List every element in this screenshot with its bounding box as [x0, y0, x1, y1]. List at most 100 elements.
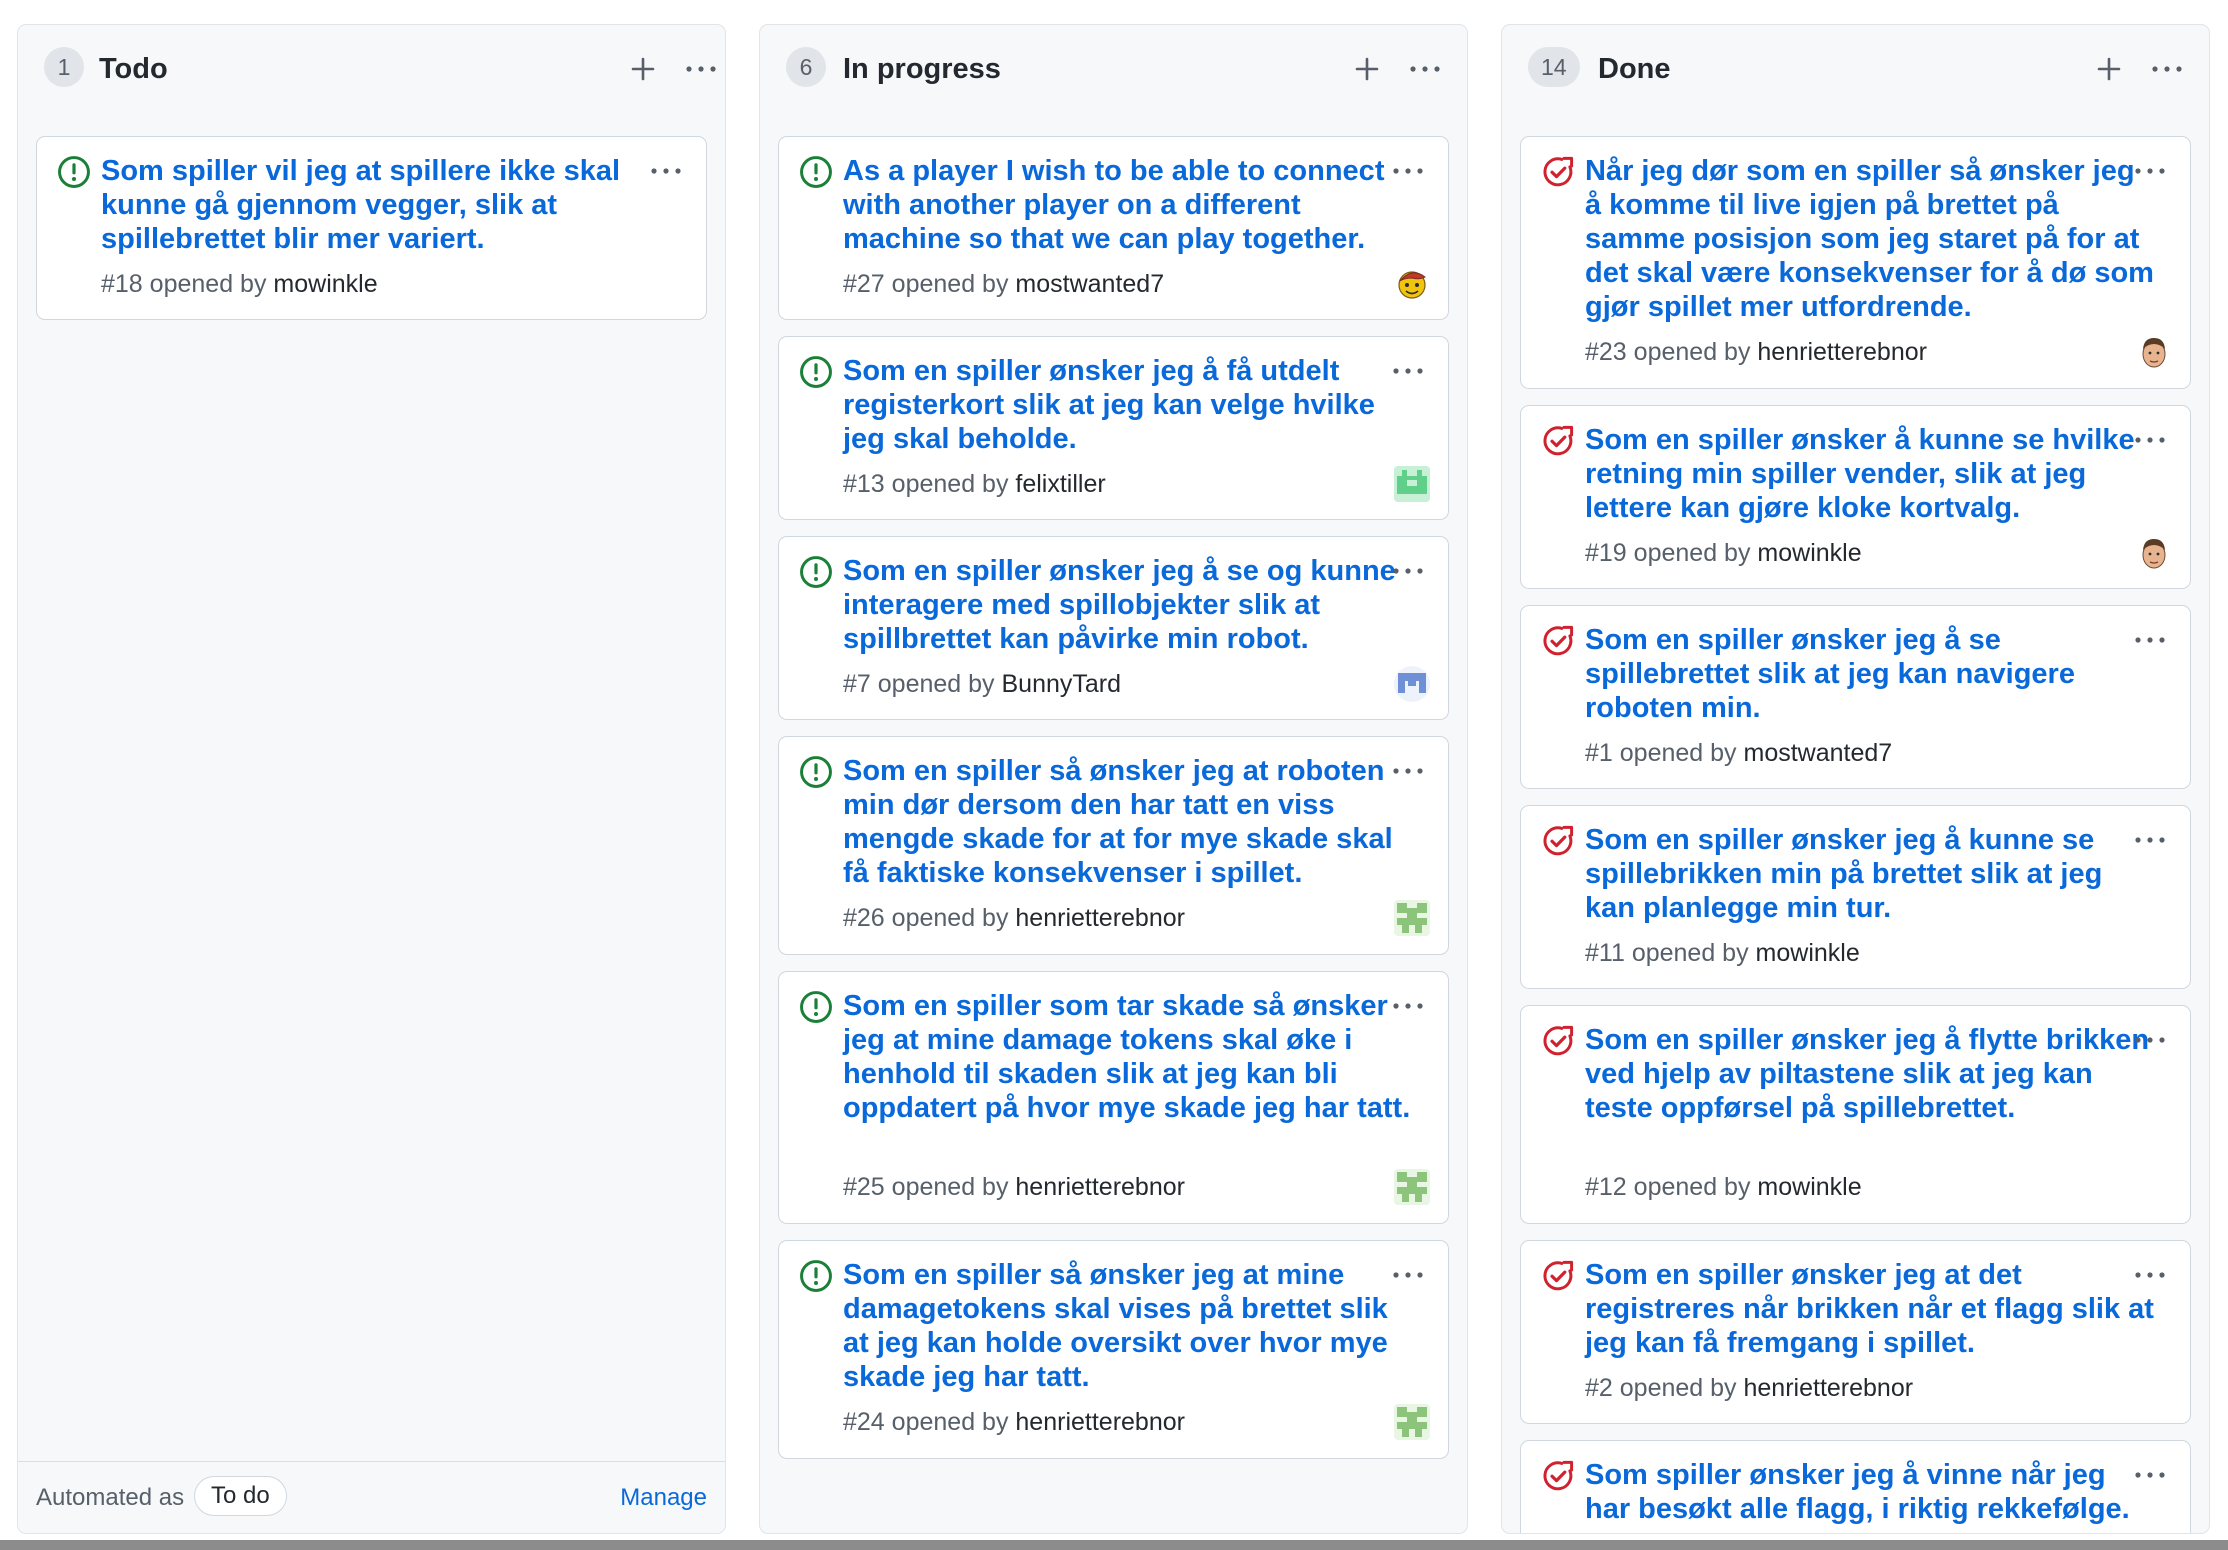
assignee-avatar[interactable]: [1394, 666, 1430, 702]
column-header: 6 In progress: [760, 25, 1467, 109]
horizontal-scrollbar[interactable]: [0, 1540, 2228, 1550]
issue-author-link[interactable]: mowinkle: [1757, 1173, 1861, 1201]
kebab-horizontal-icon[interactable]: [648, 161, 684, 181]
issue-closed-icon: [1541, 155, 1575, 189]
issue-meta: #25 opened by henrietterebnor: [843, 1172, 1185, 1202]
issue-title-link[interactable]: Som en spiller så ønsker jeg at mine dam…: [843, 1258, 1413, 1394]
kebab-horizontal-icon[interactable]: [1390, 161, 1426, 181]
issue-title-link[interactable]: Når jeg dør som en spiller så ønsker jeg…: [1585, 154, 2155, 324]
issue-author-link[interactable]: mowinkle: [1757, 539, 1861, 567]
issue-card[interactable]: Som en spiller ønsker jeg å se spillebre…: [1520, 605, 2191, 789]
issue-title-link[interactable]: Som en spiller ønsker jeg at det registr…: [1585, 1258, 2155, 1360]
issue-author-link[interactable]: henrietterebnor: [1757, 338, 1927, 366]
issue-title-link[interactable]: Som en spiller ønsker jeg å få utdelt re…: [843, 354, 1413, 456]
assignee-avatar[interactable]: [1394, 900, 1430, 936]
issue-title-link[interactable]: Som en spiller ønsker jeg å se og kunne …: [843, 554, 1413, 656]
issue-meta: #27 opened by mostwanted7: [843, 269, 1164, 299]
issue-card[interactable]: Som en spiller ønsker jeg å flytte brikk…: [1520, 1005, 2191, 1224]
kebab-horizontal-icon[interactable]: [2132, 161, 2168, 181]
issue-number: #26: [843, 904, 885, 932]
issue-author-link[interactable]: henrietterebnor: [1744, 1374, 1914, 1402]
issue-number: #24: [843, 1408, 885, 1436]
issue-title-link[interactable]: Som spiller vil jeg at spillere ikke ska…: [101, 154, 671, 256]
kebab-horizontal-icon[interactable]: [2132, 1030, 2168, 1050]
issue-card[interactable]: Som spiller ønsker jeg å vinne når jeg h…: [1520, 1440, 2191, 1533]
assignee-avatar[interactable]: [1394, 1169, 1430, 1205]
issue-author-link[interactable]: felixtiller: [1015, 470, 1105, 498]
issue-author-link[interactable]: henrietterebnor: [1015, 1173, 1185, 1201]
issue-title-link[interactable]: Som en spiller som tar skade så ønsker j…: [843, 989, 1413, 1125]
issue-card[interactable]: As a player I wish to be able to connect…: [778, 136, 1449, 320]
kebab-horizontal-icon[interactable]: [683, 55, 719, 83]
issue-closed-icon: [1541, 424, 1575, 458]
issue-author-link[interactable]: BunnyTard: [1002, 670, 1122, 698]
card-list: Når jeg dør som en spiller så ønsker jeg…: [1502, 109, 2209, 1533]
automated-as-label: Automated as: [36, 1484, 185, 1511]
issue-number: #13: [843, 470, 885, 498]
issue-author-link[interactable]: mostwanted7: [1015, 270, 1164, 298]
assignee-avatar[interactable]: [2136, 334, 2172, 370]
issue-meta: #7 opened by BunnyTard: [843, 669, 1121, 699]
issue-opened-icon: [799, 990, 833, 1024]
assignee-avatar[interactable]: [1394, 466, 1430, 502]
issue-author-link[interactable]: mostwanted7: [1744, 739, 1893, 767]
issue-number: #23: [1585, 338, 1627, 366]
opened-by-text: opened by: [149, 270, 267, 298]
column-todo: 1 Todo Som spiller vil jeg at spillere i…: [17, 24, 726, 1534]
kebab-horizontal-icon[interactable]: [2132, 830, 2168, 850]
issue-meta: #13 opened by felixtiller: [843, 469, 1106, 499]
issue-number: #12: [1585, 1173, 1627, 1201]
manage-automation-link[interactable]: Manage: [620, 1484, 707, 1512]
kebab-horizontal-icon[interactable]: [1390, 996, 1426, 1016]
kebab-horizontal-icon[interactable]: [1390, 761, 1426, 781]
issue-card[interactable]: Som spiller vil jeg at spillere ikke ska…: [36, 136, 707, 320]
issue-card[interactable]: Som en spiller så ønsker jeg at mine dam…: [778, 1240, 1449, 1459]
kebab-horizontal-icon[interactable]: [1390, 561, 1426, 581]
plus-icon[interactable]: [1353, 55, 1381, 83]
assignee-avatar[interactable]: [2136, 535, 2172, 571]
issue-author-link[interactable]: henrietterebnor: [1015, 904, 1185, 932]
issue-author-link[interactable]: henrietterebnor: [1015, 1408, 1185, 1436]
issue-card[interactable]: Som en spiller som tar skade så ønsker j…: [778, 971, 1449, 1224]
assignee-avatar[interactable]: [1394, 1404, 1430, 1440]
assignee-avatar[interactable]: [1394, 266, 1430, 302]
issue-number: #11: [1585, 939, 1625, 967]
issue-card[interactable]: Som en spiller ønsker jeg at det registr…: [1520, 1240, 2191, 1424]
issue-meta: #19 opened by mowinkle: [1585, 538, 1862, 568]
plus-icon[interactable]: [629, 55, 657, 83]
kebab-horizontal-icon[interactable]: [1390, 361, 1426, 381]
issue-meta: #1 opened by mostwanted7: [1585, 738, 1892, 768]
issue-title-link[interactable]: Som en spiller ønsker jeg å se spillebre…: [1585, 623, 2155, 725]
plus-icon[interactable]: [2095, 55, 2123, 83]
issue-author-link[interactable]: mowinkle: [273, 270, 377, 298]
kebab-horizontal-icon[interactable]: [1407, 55, 1443, 83]
issue-title-link[interactable]: Som en spiller så ønsker jeg at roboten …: [843, 754, 1413, 890]
issue-author-link[interactable]: mowinkle: [1756, 939, 1860, 967]
kebab-horizontal-icon[interactable]: [2132, 1465, 2168, 1485]
issue-card[interactable]: Som en spiller ønsker jeg å kunne se spi…: [1520, 805, 2191, 989]
opened-by-text: opened by: [1619, 739, 1737, 767]
issue-title-link[interactable]: Som en spiller ønsker å kunne se hvilke …: [1585, 423, 2155, 525]
column-title: Todo: [99, 53, 168, 85]
opened-by-text: opened by: [1633, 539, 1751, 567]
kebab-horizontal-icon[interactable]: [2149, 55, 2185, 83]
issue-title-link[interactable]: Som en spiller ønsker jeg å kunne se spi…: [1585, 823, 2155, 925]
issue-title-link[interactable]: Som spiller ønsker jeg å vinne når jeg h…: [1585, 1458, 2155, 1526]
issue-title-link[interactable]: Som en spiller ønsker jeg å flytte brikk…: [1585, 1023, 2155, 1125]
kebab-horizontal-icon[interactable]: [1390, 1265, 1426, 1285]
issue-number: #7: [843, 670, 871, 698]
automation-badge: To do: [194, 1476, 287, 1516]
kebab-horizontal-icon[interactable]: [2132, 630, 2168, 650]
issue-card[interactable]: Som en spiller ønsker å kunne se hvilke …: [1520, 405, 2191, 589]
kebab-horizontal-icon[interactable]: [2132, 1265, 2168, 1285]
issue-title-link[interactable]: As a player I wish to be able to connect…: [843, 154, 1413, 256]
issue-card[interactable]: Som en spiller ønsker jeg å få utdelt re…: [778, 336, 1449, 520]
kebab-horizontal-icon[interactable]: [2132, 430, 2168, 450]
issue-card[interactable]: Som en spiller ønsker jeg å se og kunne …: [778, 536, 1449, 720]
opened-by-text: opened by: [891, 1173, 1009, 1201]
issue-card[interactable]: Når jeg dør som en spiller så ønsker jeg…: [1520, 136, 2191, 389]
issue-card[interactable]: Som en spiller så ønsker jeg at roboten …: [778, 736, 1449, 955]
issue-closed-icon: [1541, 1024, 1575, 1058]
issue-closed-icon: [1541, 624, 1575, 658]
issue-meta: #18 opened by mowinkle: [101, 269, 378, 299]
